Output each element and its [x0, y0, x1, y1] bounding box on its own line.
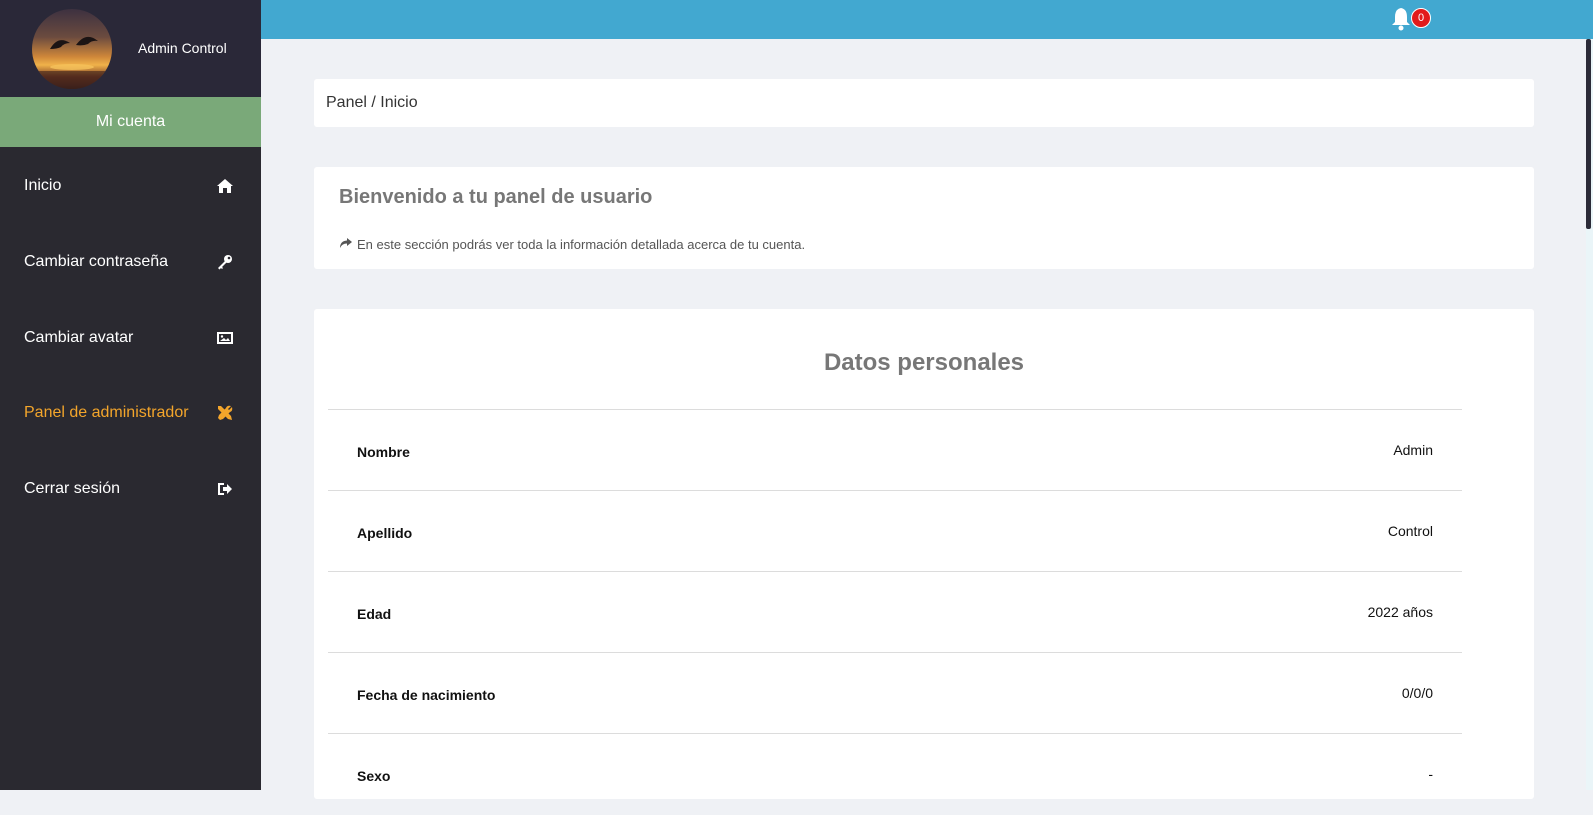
table-row: Edad 2022 años	[328, 571, 1462, 653]
sidebar-item-label: Cerrar sesión	[24, 480, 121, 497]
table-row: Fecha de nacimiento 0/0/0	[328, 652, 1462, 734]
row-label: Fecha de nacimiento	[357, 687, 496, 703]
sidebar-item-label: Panel de administrador	[24, 404, 189, 421]
profile-name: Admin Control	[138, 40, 227, 56]
scrollbar-thumb[interactable]	[1586, 39, 1591, 229]
breadcrumb-card: Panel / Inicio	[314, 79, 1534, 127]
row-label: Sexo	[357, 768, 391, 784]
notification-badge[interactable]: 0	[1411, 8, 1431, 28]
table-row: Nombre Admin	[328, 409, 1462, 491]
row-value: Control	[1387, 523, 1433, 539]
logout-icon	[216, 480, 234, 498]
welcome-text: En este sección podrás ver toda la infor…	[357, 237, 806, 252]
personal-data-title: Datos personales	[823, 349, 1025, 376]
my-account-button[interactable]: Mi cuenta	[0, 97, 261, 147]
sidebar-item-label: Inicio	[24, 177, 62, 194]
sidebar-item-admin-panel[interactable]: Panel de administrador	[0, 393, 261, 433]
sidebar-item-logout[interactable]: Cerrar sesión	[0, 469, 261, 509]
welcome-title: Bienvenido a tu panel de usuario	[339, 186, 653, 208]
row-label: Edad	[357, 606, 392, 622]
sidebar-item-change-password[interactable]: Cambiar contraseña	[0, 242, 261, 282]
row-value: 0/0/0	[1401, 685, 1433, 701]
profile-header: Admin Control	[0, 0, 261, 97]
sidebar-item-label: Cambiar contraseña	[24, 253, 169, 270]
row-value: Admin	[1393, 442, 1433, 458]
personal-data-card: Datos personales Nombre Admin Apellido C…	[314, 309, 1534, 799]
welcome-card: Bienvenido a tu panel de usuario En este…	[314, 167, 1534, 269]
row-value: -	[1428, 766, 1433, 782]
sidebar-item-change-avatar[interactable]: Cambiar avatar	[0, 318, 261, 358]
sidebar-item-inicio[interactable]: Inicio	[0, 166, 261, 206]
row-value: 2022 años	[1367, 604, 1433, 620]
home-icon	[216, 177, 234, 195]
sidebar: Admin Control Mi cuenta Inicio Cambiar c…	[0, 0, 261, 790]
breadcrumb: Panel / Inicio	[326, 94, 418, 111]
row-label: Apellido	[357, 525, 413, 541]
tools-icon	[216, 404, 234, 422]
image-icon	[216, 329, 234, 347]
avatar[interactable]	[32, 9, 112, 89]
welcome-text-line: En este sección podrás ver toda la infor…	[339, 237, 805, 252]
table-row: Sexo -	[328, 733, 1462, 815]
table-row: Apellido Control	[328, 490, 1462, 572]
key-icon	[216, 253, 234, 271]
share-arrow-icon	[339, 237, 353, 252]
sidebar-item-label: Cambiar avatar	[24, 329, 134, 346]
row-label: Nombre	[357, 444, 410, 460]
bell-icon[interactable]	[1389, 6, 1413, 32]
